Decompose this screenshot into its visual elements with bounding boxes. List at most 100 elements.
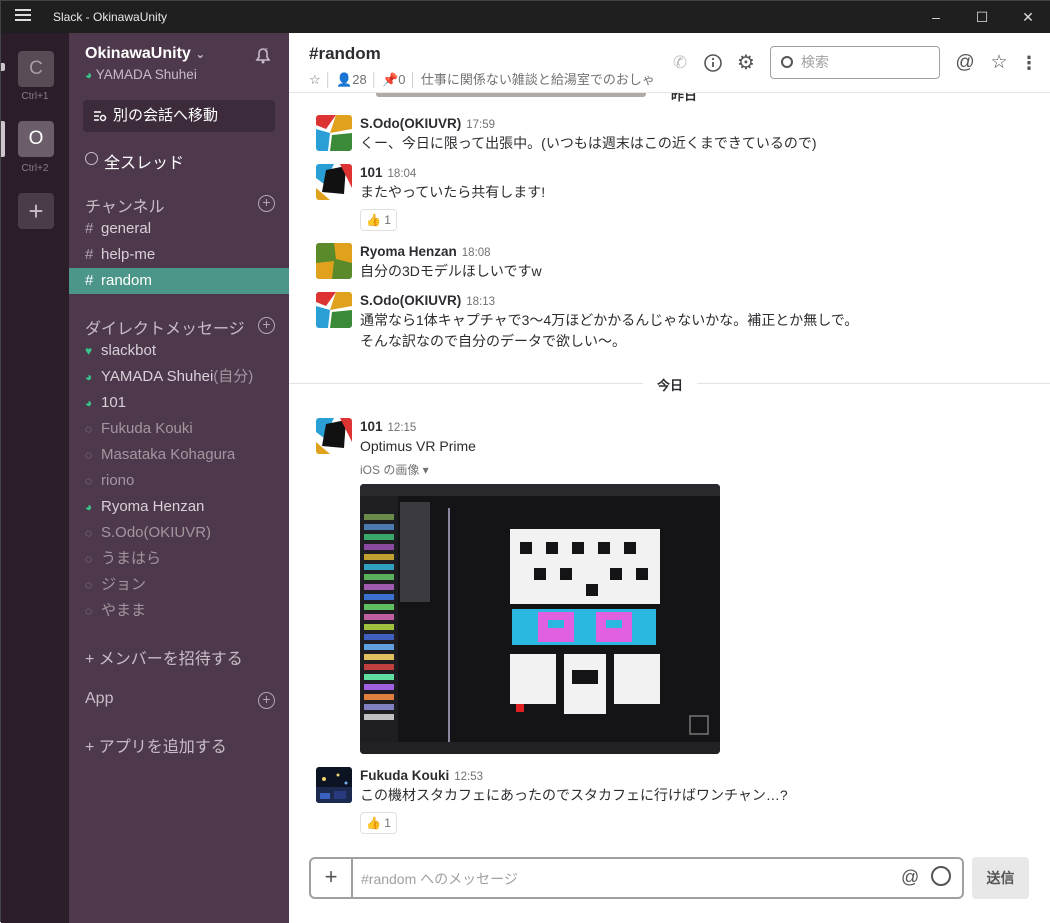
message-input-placeholder[interactable]: #random へのメッセージ — [361, 869, 518, 889]
sidebar-item-random[interactable]: # random — [69, 268, 289, 294]
presence-icon: ◌ — [85, 578, 93, 592]
team-name-label: OkinawaUnity — [85, 45, 191, 62]
workspace-c-button[interactable]: C — [18, 51, 54, 87]
sidebar-item-help-me[interactable]: # help-me — [69, 242, 289, 268]
hamburger-menu-icon[interactable] — [15, 9, 31, 23]
dm-label: うまはら — [101, 550, 162, 567]
message-time[interactable]: 12:53 — [454, 771, 483, 783]
day-divider-today: 今日 — [289, 375, 1050, 394]
reaction-thumbs-up[interactable]: 👍 1 — [360, 812, 397, 834]
notification-bell-icon[interactable]: z — [253, 45, 273, 65]
message-time[interactable]: 18:08 — [462, 247, 491, 259]
channel-topic[interactable]: 仕事に関係ない雑談と給湯室でのおしゃ — [421, 72, 655, 87]
maximize-button[interactable]: ☐ — [959, 1, 1005, 33]
hash-icon: # — [85, 220, 94, 237]
add-channel-icon[interactable]: + — [258, 195, 275, 212]
message-list[interactable]: 昨日 S.Odo(OKIUVR) 17:59 くー、今日に限って出張中。(いつもは… — [289, 93, 1050, 853]
dm-label: riono — [101, 472, 135, 489]
workspace-c-shortcut: Ctrl+1 — [21, 91, 49, 102]
heart-icon: ♥ — [85, 344, 93, 358]
attach-plus-button[interactable]: + — [311, 859, 353, 897]
search-icon — [781, 56, 793, 68]
dm-slackbot[interactable]: ♥ slackbot — [69, 338, 289, 364]
jump-to-conversation-button[interactable]: 別の会話へ移動 — [83, 100, 275, 132]
gear-icon[interactable]: ⚙ — [736, 53, 756, 73]
avatar — [316, 767, 352, 803]
close-button[interactable]: ✕ — [1005, 1, 1050, 33]
hash-icon: # — [85, 246, 94, 263]
message-composer[interactable]: + #random へのメッセージ @ — [309, 857, 964, 899]
mention-icon[interactable]: @ — [901, 867, 919, 888]
dm-label: Ryoma Henzan — [101, 498, 205, 515]
message-author[interactable]: S.Odo(OKIUVR) — [360, 293, 461, 308]
pin-icon[interactable]: 📌 — [382, 72, 398, 87]
dm-fukuda-kouki[interactable]: ◌ Fukuda Kouki — [69, 416, 289, 442]
dm-label: 101 — [101, 394, 127, 411]
dm-john[interactable]: ◌ ジョン — [69, 572, 289, 598]
message-author[interactable]: Fukuda Kouki — [360, 768, 449, 783]
starred-icon[interactable]: ☆ — [989, 53, 1009, 73]
team-name[interactable]: OkinawaUnity ⌄ — [85, 45, 205, 63]
presence-icon: ◌ — [85, 552, 93, 566]
dm-masataka-kohagura[interactable]: ◌ Masataka Kohagura — [69, 442, 289, 468]
title-bar: Slack - OkinawaUnity – ☐ ✕ — [1, 1, 1050, 33]
minimize-button[interactable]: – — [913, 1, 959, 33]
send-button[interactable]: 送信 — [972, 857, 1029, 899]
add-workspace-button[interactable]: + — [18, 193, 54, 229]
message-text: そんな訳なので自分のデータで欲しい〜。 — [360, 333, 626, 349]
message-time[interactable]: 17:59 — [466, 119, 495, 131]
message-author[interactable]: 101 — [360, 419, 383, 434]
member-count[interactable]: 28 — [352, 72, 366, 87]
dm-101[interactable]: ◕ 101 — [69, 390, 289, 416]
add-app-link[interactable]: + アプリを追加する — [85, 733, 227, 757]
window-title: Slack - OkinawaUnity — [53, 10, 168, 24]
presence-icon: ◕ — [85, 68, 93, 82]
direct-messages-header[interactable]: ダイレクトメッセージ — [85, 315, 245, 339]
members-icon[interactable]: 👤 — [336, 72, 352, 87]
info-icon[interactable] — [703, 53, 723, 73]
add-app-icon[interactable]: + — [258, 692, 275, 709]
dm-yamama[interactable]: ◌ やまま — [69, 598, 289, 624]
phone-icon[interactable]: ✆ — [670, 53, 690, 73]
search-input[interactable]: 検索 — [770, 46, 940, 79]
dm-s-odo[interactable]: ◌ S.Odo(OKIUVR) — [69, 520, 289, 546]
invite-members-link[interactable]: + メンバーを招待する — [85, 645, 243, 669]
channel-label: help-me — [101, 246, 156, 263]
message-time[interactable]: 18:04 — [388, 168, 417, 180]
self-suffix: (自分) — [213, 368, 254, 385]
message-author[interactable]: S.Odo(OKIUVR) — [360, 116, 461, 131]
current-user-name: YAMADA Shuhei — [95, 67, 197, 82]
dm-umahara[interactable]: ◌ うまはら — [69, 546, 289, 572]
mentions-icon[interactable]: @ — [955, 53, 975, 73]
message-header: Ryoma Henzan 18:08 — [360, 243, 1020, 261]
message-time[interactable]: 12:15 — [388, 422, 417, 434]
message-text: またやっていたら共有します! — [360, 184, 546, 200]
current-user: ◕ YAMADA Shuhei — [85, 67, 197, 82]
dm-yamada-shuhei[interactable]: ◕ YAMADA Shuhei(自分) — [69, 364, 289, 390]
star-icon[interactable]: ☆ — [309, 72, 321, 87]
app-header[interactable]: App — [85, 690, 113, 708]
message-header: 101 12:15 — [360, 418, 1020, 436]
sidebar-item-general[interactable]: # general — [69, 216, 289, 242]
all-threads-link[interactable]: 全スレッド — [85, 149, 184, 173]
presence-icon: ◌ — [85, 604, 93, 618]
dm-label: Fukuda Kouki — [101, 420, 193, 437]
dm-label: やまま — [101, 602, 147, 619]
divider: │ — [324, 72, 333, 87]
dm-ryoma-henzan[interactable]: ◕ Ryoma Henzan — [69, 494, 289, 520]
attached-image[interactable] — [360, 484, 720, 754]
presence-icon: ◕ — [85, 370, 93, 384]
message-time[interactable]: 18:13 — [466, 296, 495, 308]
channels-header[interactable]: チャンネル — [85, 193, 165, 217]
more-icon[interactable]: ⋮ — [1019, 53, 1039, 73]
pin-count[interactable]: 0 — [398, 72, 405, 87]
workspace-o-button[interactable]: O — [18, 121, 54, 157]
reaction-thumbs-up[interactable]: 👍 1 — [360, 209, 397, 231]
emoji-icon[interactable] — [931, 866, 951, 886]
message-header: 101 18:04 — [360, 164, 1020, 182]
dm-riono[interactable]: ◌ riono — [69, 468, 289, 494]
attachment-label[interactable]: iOS の画像 ▾ — [360, 461, 1020, 478]
message-author[interactable]: Ryoma Henzan — [360, 244, 457, 259]
message-author[interactable]: 101 — [360, 165, 383, 180]
add-dm-icon[interactable]: + — [258, 317, 275, 334]
